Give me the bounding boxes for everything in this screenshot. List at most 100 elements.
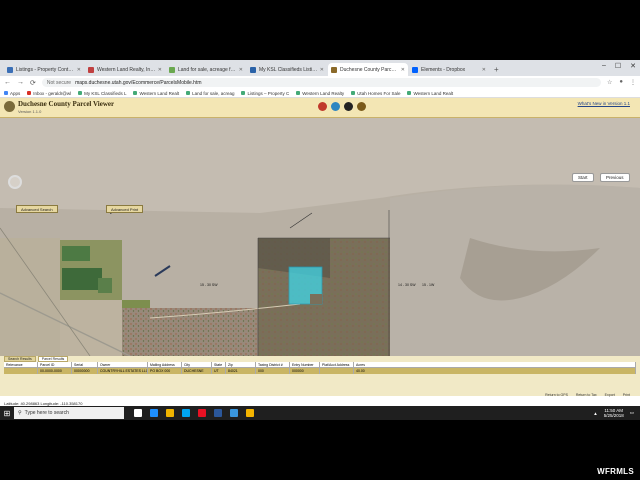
column-header[interactable]: Plat/Acct Address bbox=[320, 362, 354, 367]
bookmark-item[interactable]: My KSL Classifieds L bbox=[78, 91, 126, 96]
results-actions: Return to GPS Return to Tax Export Print bbox=[545, 393, 630, 397]
window-controls: – ☐ ✕ bbox=[602, 62, 636, 70]
print-link[interactable]: Print bbox=[623, 393, 630, 397]
advanced-print-button[interactable]: Advanced Print bbox=[106, 205, 144, 213]
browser-tab[interactable]: Elements - Dropbox ✕ bbox=[409, 63, 489, 76]
security-indicator[interactable]: Not secure bbox=[47, 80, 71, 86]
table-row[interactable]: 00-0000-0000 00000000 COUNTRYHILL ESTATE… bbox=[4, 368, 636, 374]
app-icon[interactable] bbox=[198, 409, 206, 417]
back-button[interactable]: ← bbox=[4, 79, 11, 86]
browser-tab[interactable]: My KSL Classifieds Listings | ksl✕ bbox=[247, 63, 327, 76]
draw-tool-icon[interactable] bbox=[357, 102, 366, 111]
measure-tool-icon[interactable] bbox=[344, 102, 353, 111]
tab-label: Elements - Dropbox bbox=[421, 66, 466, 73]
browser-actions: ☆ ● ⋮ bbox=[607, 79, 636, 86]
close-icon[interactable]: ✕ bbox=[482, 67, 486, 73]
network-icon[interactable]: ▲ bbox=[593, 411, 597, 416]
store-icon[interactable] bbox=[182, 409, 190, 417]
close-window-button[interactable]: ✕ bbox=[630, 62, 636, 70]
taskbar-clock[interactable]: 11:50 AM 5/25/2018 bbox=[604, 408, 624, 418]
mls-watermark: WFRMLS bbox=[597, 467, 634, 476]
close-icon[interactable]: ✕ bbox=[239, 67, 243, 73]
bookmark-icon bbox=[241, 91, 246, 95]
column-header[interactable]: Entry Number bbox=[290, 362, 320, 367]
results-panel: Search Results Parcel Results Relevance … bbox=[0, 356, 640, 397]
windows-taskbar: ⊞ ⚲ Type here to search ▲ 11:50 AM 5/25/… bbox=[0, 406, 640, 420]
bookmark-label: Western Land Realt bbox=[139, 90, 180, 96]
globe-tool-icon[interactable] bbox=[331, 102, 340, 111]
app-icon[interactable] bbox=[230, 409, 238, 417]
bookmark-item[interactable]: Utah Homes For Sale bbox=[351, 91, 400, 96]
maximize-button[interactable]: ☐ bbox=[615, 62, 621, 70]
notifications-icon[interactable]: ▭ bbox=[630, 410, 634, 416]
return-to-gps-link[interactable]: Return to GPS bbox=[545, 393, 568, 397]
new-tab-button[interactable]: + bbox=[494, 63, 499, 76]
close-icon[interactable]: ✕ bbox=[320, 67, 324, 73]
table-cell: 00-0000-0000 bbox=[38, 368, 72, 374]
advanced-search-button[interactable]: Advanced Search bbox=[16, 205, 58, 213]
bookmark-item[interactable]: Western Land Realty bbox=[296, 91, 344, 96]
return-to-tax-link[interactable]: Return to Tax bbox=[576, 393, 597, 397]
url-input[interactable]: Not secure maps.duchesne.utah.gov/Ecomme… bbox=[41, 78, 601, 87]
column-header[interactable]: State bbox=[212, 362, 226, 367]
section-label: 15 - 1W bbox=[422, 283, 435, 287]
bookmark-item[interactable]: Listings – Property C bbox=[241, 91, 289, 96]
bookmark-item[interactable]: Western Land Realt bbox=[407, 91, 453, 96]
close-icon[interactable]: ✕ bbox=[158, 67, 162, 73]
satellite-imagery bbox=[0, 118, 640, 356]
column-header[interactable]: Relevance bbox=[4, 362, 38, 367]
favicon-icon bbox=[7, 66, 13, 73]
browser-tab[interactable]: Land for sale, acreage for sale✕ bbox=[166, 63, 246, 76]
column-header[interactable]: Mailing Address bbox=[148, 362, 182, 367]
bookmark-icon bbox=[133, 91, 138, 95]
star-icon[interactable]: ☆ bbox=[607, 79, 612, 86]
task-view-icon[interactable] bbox=[134, 409, 142, 417]
zoom-control[interactable] bbox=[8, 175, 22, 189]
bookmark-icon bbox=[296, 91, 301, 95]
bookmark-item[interactable]: Land for sale, acreag bbox=[186, 91, 234, 96]
mail-icon bbox=[27, 91, 32, 95]
browser-tab[interactable]: Listings - Property Control Cent✕ bbox=[4, 63, 84, 76]
whats-new-link[interactable]: What's New in Version 1.1 bbox=[578, 101, 630, 106]
edge-icon[interactable] bbox=[150, 409, 158, 417]
favicon-icon bbox=[250, 66, 256, 73]
bookmark-label: My KSL Classifieds L bbox=[84, 90, 127, 96]
previous-button[interactable]: Previous bbox=[600, 173, 630, 182]
bookmark-icon bbox=[78, 91, 83, 95]
close-icon[interactable]: ✕ bbox=[401, 67, 405, 73]
column-header[interactable]: Acres bbox=[354, 362, 636, 367]
county-logo-icon bbox=[4, 101, 15, 112]
table-cell: PO BOX 000 bbox=[148, 368, 182, 374]
file-explorer-icon[interactable] bbox=[166, 409, 174, 417]
map-view[interactable]: Advanced Search Advanced Print Start Pre… bbox=[0, 118, 640, 356]
close-icon[interactable]: ✕ bbox=[77, 67, 81, 73]
table-cell: 00000000 bbox=[72, 368, 98, 374]
column-header[interactable]: Parcel ID bbox=[38, 362, 72, 367]
windows-start-icon[interactable]: ⊞ bbox=[0, 406, 14, 420]
bookmark-icon bbox=[407, 91, 412, 95]
start-button[interactable]: Start bbox=[572, 173, 594, 182]
favicon-icon bbox=[88, 66, 94, 73]
bookmark-item[interactable]: Western Land Realt bbox=[133, 91, 179, 96]
column-header[interactable]: Taxing District # bbox=[256, 362, 290, 367]
column-header[interactable]: Owner bbox=[98, 362, 148, 367]
word-icon[interactable] bbox=[214, 409, 222, 417]
app-header: Duchesne County Parcel Viewer Version 1.… bbox=[0, 98, 640, 118]
bookmark-item[interactable]: Inbox - geraldr@wl bbox=[27, 91, 71, 96]
menu-icon[interactable]: ⋮ bbox=[630, 79, 636, 86]
browser-tab-active[interactable]: Duchesne County Parcel Viewer✕ bbox=[328, 63, 408, 76]
export-link[interactable]: Export bbox=[605, 393, 615, 397]
reload-button[interactable]: ⟳ bbox=[30, 79, 36, 87]
browser-tab[interactable]: Western Land Realty, Inc. Admin✕ bbox=[85, 63, 165, 76]
column-header[interactable]: City bbox=[182, 362, 212, 367]
bookmark-item[interactable]: Apps bbox=[4, 91, 20, 96]
screen: Listings - Property Control Cent✕ Wester… bbox=[0, 60, 640, 420]
chrome-icon[interactable] bbox=[246, 409, 254, 417]
extension-icon[interactable]: ● bbox=[619, 79, 623, 86]
minimize-button[interactable]: – bbox=[602, 62, 606, 70]
column-header[interactable]: Zip bbox=[226, 362, 256, 367]
identify-tool-icon[interactable] bbox=[318, 102, 327, 111]
forward-button[interactable]: → bbox=[17, 79, 24, 86]
column-header[interactable]: Serial bbox=[72, 362, 98, 367]
taskbar-search-input[interactable]: ⚲ Type here to search bbox=[14, 407, 124, 419]
